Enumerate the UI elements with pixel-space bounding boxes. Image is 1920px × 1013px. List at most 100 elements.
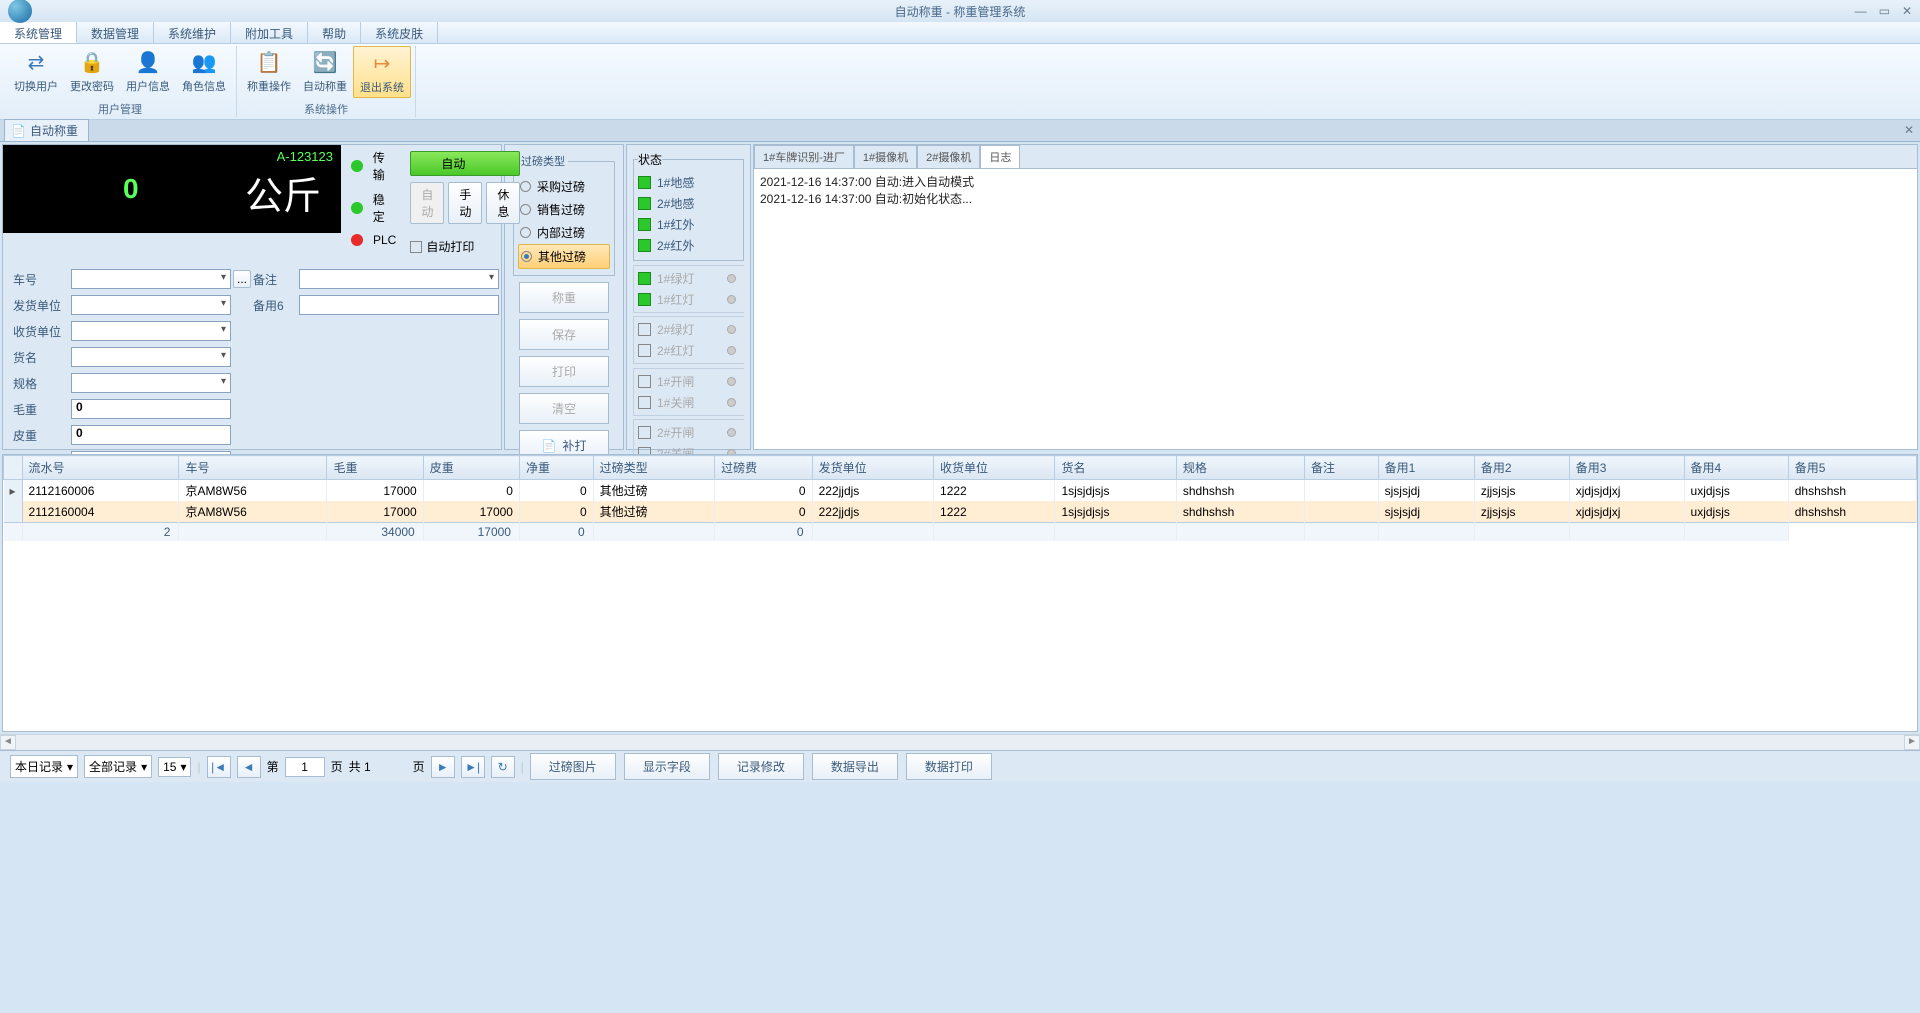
ribbon-button[interactable]: 🔄自动称重 [297,46,353,98]
document-tabstrip: 📄 自动称重 ✕ [0,120,1920,142]
column-header[interactable]: 备用3 [1569,456,1684,480]
gate-dot-icon[interactable] [727,377,736,386]
status-panel: 状态 1#地感2#地感1#红外2#红外 1#绿灯1#红灯2#绿灯2#红灯 1#开… [626,144,751,450]
table-cell: shdhshsh [1176,501,1304,523]
light-dot-icon[interactable] [727,274,736,283]
column-header[interactable]: 货名 [1055,456,1176,480]
car-lookup-button[interactable]: ... [233,270,251,288]
column-header[interactable]: 收货单位 [934,456,1055,480]
right-tab[interactable]: 1#车牌识别-进厂 [754,145,854,168]
action-button[interactable]: 称重 [519,282,609,313]
right-tab[interactable]: 1#摄像机 [854,145,917,168]
close-icon[interactable]: ✕ [1902,4,1912,18]
footer-button[interactable]: 过磅图片 [530,753,616,780]
column-header[interactable]: 皮重 [423,456,519,480]
tab-close-icon[interactable]: ✕ [1904,123,1914,137]
menu-item[interactable]: 系统皮肤 [361,22,438,43]
right-tab[interactable]: 2#摄像机 [917,145,980,168]
spare6-input[interactable] [299,295,499,315]
last-page-button[interactable]: ►| [461,756,485,778]
gate-dot-icon[interactable] [727,398,736,407]
column-header[interactable]: 备用4 [1684,456,1788,480]
footer-button[interactable]: 显示字段 [624,753,710,780]
column-header[interactable]: 发货单位 [812,456,933,480]
scroll-left-icon[interactable]: ◄ [0,735,16,750]
footer-button[interactable]: 记录修改 [718,753,804,780]
auto-mode-button[interactable]: 自动 [410,151,520,176]
ship-input[interactable] [71,295,231,315]
menu-item[interactable]: 系统维护 [154,22,231,43]
mode-button[interactable]: 手动 [448,182,482,224]
table-row[interactable]: ▸2112160006京AM8W561700000其他过磅0222jjdjs12… [4,480,1917,502]
weigh-type-radio[interactable]: 销售过磅 [518,198,610,221]
gate-row: 1#开闸 [638,371,740,392]
ribbon-button[interactable]: 🔒更改密码 [64,46,120,96]
pagesize-select[interactable]: 15▾ [158,757,191,777]
document-tab[interactable]: 📄 自动称重 [4,119,89,141]
ribbon-button[interactable]: 👤用户信息 [120,46,176,96]
refresh-button[interactable]: ↻ [491,756,515,778]
mode-button[interactable]: 休息 [486,182,520,224]
minimize-icon[interactable]: — [1855,4,1867,18]
table-cell: 1sjsjdjsjs [1055,480,1176,502]
next-page-button[interactable]: ► [431,756,455,778]
menu-item[interactable]: 帮助 [308,22,361,43]
grid-hscroll[interactable]: ◄ ► [0,734,1920,750]
column-header[interactable]: 毛重 [327,456,423,480]
gate-dot-icon[interactable] [727,428,736,437]
first-page-button[interactable]: |◄ [207,756,231,778]
filter2-select[interactable]: 全部记录▾ [84,755,152,778]
light-dot-icon[interactable] [727,346,736,355]
weigh-type-radio[interactable]: 内部过磅 [518,221,610,244]
footer-button[interactable]: 数据打印 [906,753,992,780]
ribbon-button[interactable]: ↦退出系统 [353,46,411,98]
column-header[interactable]: 车号 [179,456,327,480]
recv-input[interactable] [71,321,231,341]
scroll-right-icon[interactable]: ► [1904,735,1920,750]
ribbon-icon: 🔒 [78,48,106,76]
prev-page-button[interactable]: ◄ [237,756,261,778]
column-header[interactable]: 备用5 [1788,456,1916,480]
autoprint-checkbox[interactable] [410,241,422,253]
column-header[interactable]: 过磅类型 [593,456,714,480]
spec-input[interactable] [71,373,231,393]
menu-item[interactable]: 附加工具 [231,22,308,43]
ribbon-button[interactable]: 👥角色信息 [176,46,232,96]
column-header[interactable]: 备注 [1304,456,1378,480]
ribbon-button[interactable]: ⇄切换用户 [8,46,64,96]
menubar: 系统管理数据管理系统维护附加工具帮助系统皮肤 [0,22,1920,44]
goods-input[interactable] [71,347,231,367]
indicator-dot-icon [351,202,363,214]
action-button[interactable]: 清空 [519,393,609,424]
footer-button[interactable]: 数据导出 [812,753,898,780]
filter1-select[interactable]: 本日记录▾ [10,755,78,778]
column-header[interactable]: 流水号 [22,456,179,480]
ribbon-button[interactable]: 📋称重操作 [241,46,297,98]
indicator-dot-icon [351,160,363,172]
table-cell: 17000 [327,501,423,523]
light-dot-icon[interactable] [727,325,736,334]
action-button[interactable]: 保存 [519,319,609,350]
table-row[interactable]: 2112160004京AM8W5617000170000其他过磅0222jjdj… [4,501,1917,523]
column-header[interactable]: 备用2 [1474,456,1569,480]
maximize-icon[interactable]: ▭ [1879,4,1890,18]
weigh-type-radio[interactable]: 其他过磅 [518,244,610,269]
menu-item[interactable]: 系统管理 [0,22,77,43]
gross-input[interactable]: 0 [71,399,231,419]
column-header[interactable]: 过磅费 [715,456,813,480]
column-header[interactable]: 净重 [519,456,593,480]
page-input[interactable] [285,757,325,777]
column-header[interactable]: 备用1 [1378,456,1474,480]
tare-input[interactable]: 0 [71,425,231,445]
car-input[interactable] [71,269,231,289]
weight-value: 0 [123,173,139,205]
remark-input[interactable] [299,269,499,289]
table-cell: xjdjsjdjxj [1569,480,1684,502]
column-header[interactable]: 规格 [1176,456,1304,480]
menu-item[interactable]: 数据管理 [77,22,154,43]
light-dot-icon[interactable] [727,295,736,304]
data-grid[interactable]: 流水号车号毛重皮重净重过磅类型过磅费发货单位收货单位货名规格备注备用1备用2备用… [2,454,1918,732]
action-button[interactable]: 打印 [519,356,609,387]
weigh-type-radio[interactable]: 采购过磅 [518,175,610,198]
right-tab[interactable]: 日志 [980,145,1020,168]
